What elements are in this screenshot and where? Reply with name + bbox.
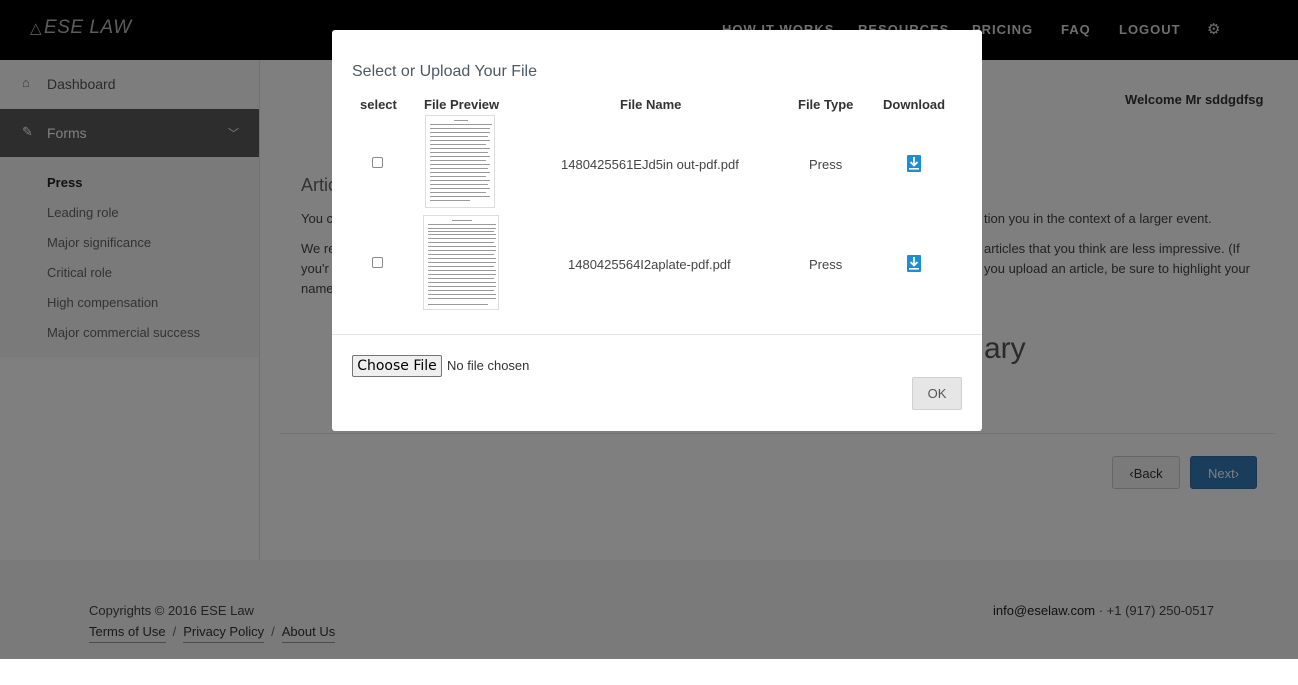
- file-select-modal: Select or Upload Your File select File P…: [332, 30, 982, 431]
- no-file-chosen-label: No file chosen: [447, 358, 530, 373]
- file-preview-thumbnail: [425, 115, 495, 208]
- choose-file-button[interactable]: Choose File: [352, 355, 442, 377]
- column-header-file-name: File Name: [620, 97, 682, 112]
- select-checkbox[interactable]: [372, 157, 383, 168]
- ok-button[interactable]: OK: [912, 377, 962, 410]
- file-type: Press: [809, 257, 843, 272]
- select-checkbox[interactable]: [372, 257, 383, 268]
- modal-divider: [332, 334, 982, 335]
- file-name: 1480425561EJd5in out-pdf.pdf: [561, 157, 739, 172]
- file-type: Press: [809, 157, 843, 172]
- file-name: 1480425564I2aplate-pdf.pdf: [568, 257, 731, 272]
- column-header-download: Download: [883, 97, 946, 112]
- file-preview-thumbnail: [423, 215, 499, 310]
- column-header-file-type: File Type: [798, 97, 854, 112]
- download-icon[interactable]: [907, 155, 921, 172]
- column-header-select: select: [360, 97, 397, 112]
- modal-title: Select or Upload Your File: [352, 63, 537, 80]
- column-header-file-preview: File Preview: [424, 97, 500, 112]
- download-icon[interactable]: [907, 255, 921, 272]
